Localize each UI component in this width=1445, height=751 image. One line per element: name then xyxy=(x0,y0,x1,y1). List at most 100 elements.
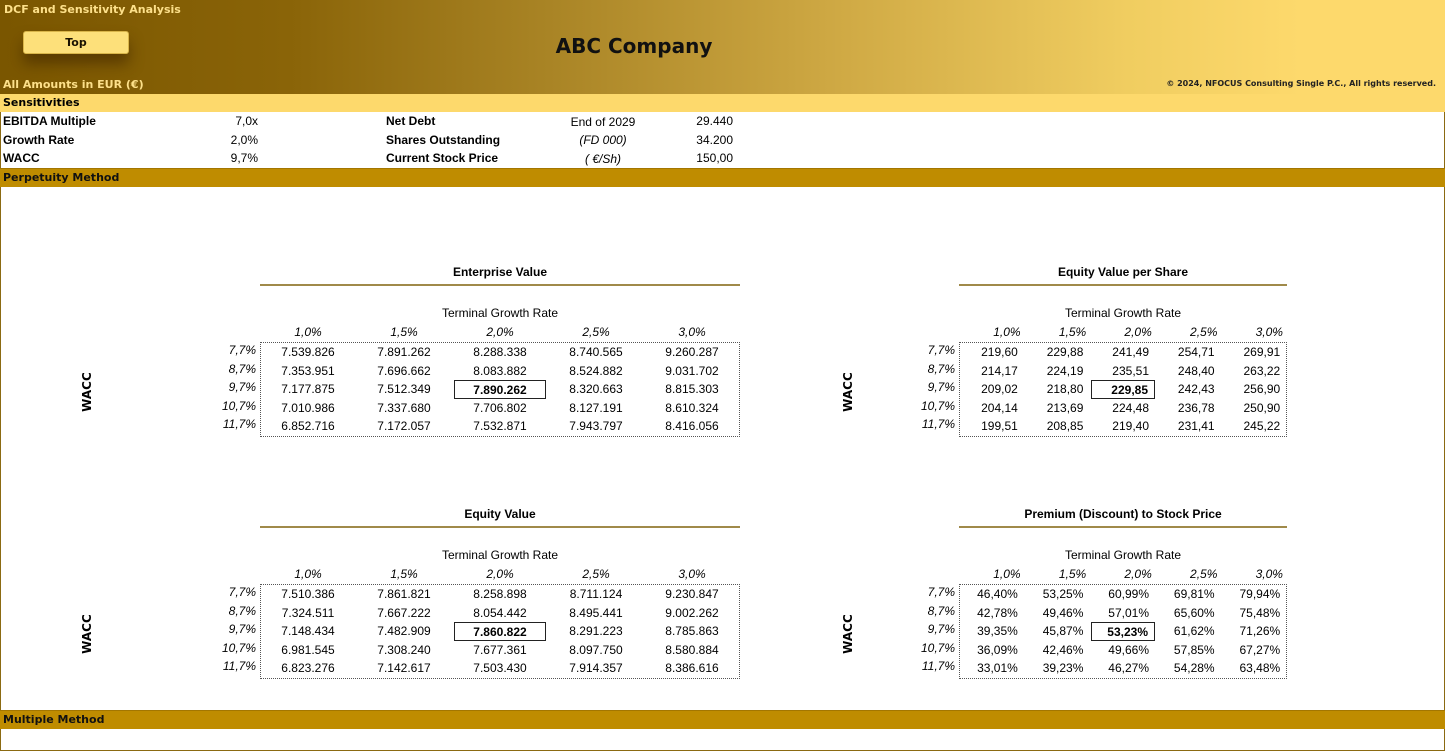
table-cell[interactable]: 7.503.430 xyxy=(454,659,546,678)
table-cell[interactable]: 7.010.986 xyxy=(262,399,354,418)
table-cell[interactable]: 199,51 xyxy=(960,417,1024,436)
table-cell[interactable]: 204,14 xyxy=(960,399,1024,418)
table-cell[interactable]: 7.510.386 xyxy=(262,585,354,604)
table-cell[interactable]: 8.288.338 xyxy=(454,343,546,362)
table-cell[interactable]: 254,71 xyxy=(1157,343,1221,362)
table-cell[interactable]: 8.386.616 xyxy=(646,659,738,678)
table-cell[interactable]: 245,22 xyxy=(1222,417,1286,436)
table-cell[interactable]: 213,69 xyxy=(1025,399,1089,418)
table-cell[interactable]: 7.142.617 xyxy=(358,659,450,678)
table-cell[interactable]: 8.815.303 xyxy=(646,380,738,399)
table-cell[interactable]: 69,81% xyxy=(1157,585,1221,604)
table-cell[interactable]: 45,87% xyxy=(1025,622,1089,641)
param-value-net-debt[interactable]: 29.440 xyxy=(660,114,733,128)
table-cell[interactable]: 7.891.262 xyxy=(358,343,450,362)
table-cell[interactable]: 7.482.909 xyxy=(358,622,450,641)
table-cell[interactable]: 65,60% xyxy=(1157,604,1221,623)
table-cell[interactable]: 6.823.276 xyxy=(262,659,354,678)
table-cell[interactable]: 263,22 xyxy=(1222,362,1286,381)
table-cell[interactable]: 229,88 xyxy=(1025,343,1089,362)
table-cell[interactable]: 7.667.222 xyxy=(358,604,450,623)
table-cell[interactable]: 75,48% xyxy=(1222,604,1286,623)
table-cell[interactable]: 8.740.565 xyxy=(550,343,642,362)
table-cell[interactable]: 250,90 xyxy=(1222,399,1286,418)
table-cell[interactable]: 7.353.951 xyxy=(262,362,354,381)
table-cell[interactable]: 33,01% xyxy=(960,659,1024,678)
base-case-cell[interactable]: 7.860.822 xyxy=(454,622,546,642)
table-cell[interactable]: 231,41 xyxy=(1157,417,1221,436)
table-cell[interactable]: 7.308.240 xyxy=(358,641,450,660)
table-cell[interactable]: 8.711.124 xyxy=(550,585,642,604)
table-cell[interactable]: 7.943.797 xyxy=(550,417,642,436)
table-cell[interactable]: 8.127.191 xyxy=(550,399,642,418)
table-cell[interactable]: 209,02 xyxy=(960,380,1024,399)
table-cell[interactable]: 8.610.324 xyxy=(646,399,738,418)
table-cell[interactable]: 7.512.349 xyxy=(358,380,450,399)
table-cell[interactable]: 218,80 xyxy=(1025,380,1089,399)
table-cell[interactable]: 8.416.056 xyxy=(646,417,738,436)
table-cell[interactable]: 7.148.434 xyxy=(262,622,354,641)
table-cell[interactable]: 61,62% xyxy=(1157,622,1221,641)
table-cell[interactable]: 8.291.223 xyxy=(550,622,642,641)
base-case-cell[interactable]: 229,85 xyxy=(1091,380,1155,400)
table-cell[interactable]: 9.031.702 xyxy=(646,362,738,381)
table-cell[interactable]: 8.083.882 xyxy=(454,362,546,381)
param-value-ebitda-multiple[interactable]: 7,0x xyxy=(200,114,258,128)
table-cell[interactable]: 36,09% xyxy=(960,641,1024,660)
table-cell[interactable]: 7.914.357 xyxy=(550,659,642,678)
table-cell[interactable]: 7.324.511 xyxy=(262,604,354,623)
base-case-cell[interactable]: 53,23% xyxy=(1091,622,1155,642)
table-cell[interactable]: 57,01% xyxy=(1091,604,1155,623)
table-cell[interactable]: 7.696.662 xyxy=(358,362,450,381)
table-cell[interactable]: 46,27% xyxy=(1091,659,1155,678)
table-cell[interactable]: 8.580.884 xyxy=(646,641,738,660)
table-cell[interactable]: 7.532.871 xyxy=(454,417,546,436)
table-cell[interactable]: 42,78% xyxy=(960,604,1024,623)
table-cell[interactable]: 236,78 xyxy=(1157,399,1221,418)
table-cell[interactable]: 8.320.663 xyxy=(550,380,642,399)
table-cell[interactable]: 219,60 xyxy=(960,343,1024,362)
table-cell[interactable]: 67,27% xyxy=(1222,641,1286,660)
table-cell[interactable]: 8.524.882 xyxy=(550,362,642,381)
table-cell[interactable]: 49,46% xyxy=(1025,604,1089,623)
table-cell[interactable]: 224,48 xyxy=(1091,399,1155,418)
table-cell[interactable]: 42,46% xyxy=(1025,641,1089,660)
table-cell[interactable]: 46,40% xyxy=(960,585,1024,604)
table-cell[interactable]: 53,25% xyxy=(1025,585,1089,604)
table-cell[interactable]: 7.861.821 xyxy=(358,585,450,604)
table-cell[interactable]: 54,28% xyxy=(1157,659,1221,678)
table-cell[interactable]: 49,66% xyxy=(1091,641,1155,660)
table-cell[interactable]: 208,85 xyxy=(1025,417,1089,436)
table-cell[interactable]: 63,48% xyxy=(1222,659,1286,678)
table-cell[interactable]: 8.097.750 xyxy=(550,641,642,660)
table-cell[interactable]: 60,99% xyxy=(1091,585,1155,604)
param-value-wacc[interactable]: 9,7% xyxy=(200,151,258,165)
param-value-current-stock-price[interactable]: 150,00 xyxy=(660,151,733,165)
table-cell[interactable]: 8.495.441 xyxy=(550,604,642,623)
table-cell[interactable]: 214,17 xyxy=(960,362,1024,381)
table-cell[interactable]: 6.981.545 xyxy=(262,641,354,660)
table-cell[interactable]: 6.852.716 xyxy=(262,417,354,436)
table-cell[interactable]: 71,26% xyxy=(1222,622,1286,641)
table-cell[interactable]: 7.172.057 xyxy=(358,417,450,436)
table-cell[interactable]: 9.260.287 xyxy=(646,343,738,362)
table-cell[interactable]: 248,40 xyxy=(1157,362,1221,381)
table-cell[interactable]: 235,51 xyxy=(1091,362,1155,381)
table-cell[interactable]: 8.785.863 xyxy=(646,622,738,641)
table-cell[interactable]: 9.002.262 xyxy=(646,604,738,623)
table-cell[interactable]: 79,94% xyxy=(1222,585,1286,604)
table-cell[interactable]: 8.054.442 xyxy=(454,604,546,623)
table-cell[interactable]: 242,43 xyxy=(1157,380,1221,399)
table-cell[interactable]: 8.258.898 xyxy=(454,585,546,604)
table-cell[interactable]: 269,91 xyxy=(1222,343,1286,362)
param-value-shares-outstanding[interactable]: 34.200 xyxy=(660,133,733,147)
table-cell[interactable]: 7.706.802 xyxy=(454,399,546,418)
table-cell[interactable]: 9.230.847 xyxy=(646,585,738,604)
table-cell[interactable]: 7.539.826 xyxy=(262,343,354,362)
base-case-cell[interactable]: 7.890.262 xyxy=(454,380,546,400)
param-value-growth-rate[interactable]: 2,0% xyxy=(200,133,258,147)
table-cell[interactable]: 7.677.361 xyxy=(454,641,546,660)
table-cell[interactable]: 39,35% xyxy=(960,622,1024,641)
table-cell[interactable]: 241,49 xyxy=(1091,343,1155,362)
table-cell[interactable]: 39,23% xyxy=(1025,659,1089,678)
